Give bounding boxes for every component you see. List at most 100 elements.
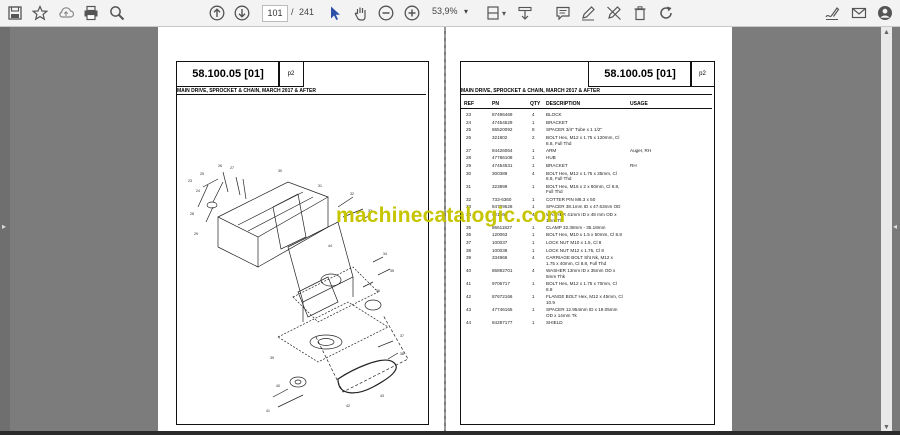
table-cell-ref: 38 <box>466 247 472 253</box>
table-cell-pn: 86892701 <box>492 268 513 274</box>
vertical-scrollbar[interactable]: ▲ ▼ <box>881 27 892 435</box>
eraser-icon[interactable] <box>605 4 623 22</box>
upload-cloud-icon[interactable] <box>57 4 75 22</box>
svg-text:38: 38 <box>400 352 404 356</box>
page-down-icon[interactable] <box>233 4 251 22</box>
svg-text:41: 41 <box>266 409 270 413</box>
table-cell-usage: RH <box>630 163 637 168</box>
table-cell-desc-cont: 8.8, Full Thd <box>546 176 572 182</box>
table-cell-desc: SPACER 3/4" Tube x 1 1/2" <box>546 127 603 133</box>
table-cell-qty: 4 <box>532 268 535 274</box>
table-cell-pn: 47454531 <box>492 163 513 168</box>
table-cell-qty: 2 <box>532 134 535 140</box>
zoom-in-icon[interactable] <box>403 4 421 22</box>
svg-text:29: 29 <box>194 232 198 236</box>
zoom-out-icon[interactable] <box>377 4 395 22</box>
hand-pan-icon[interactable] <box>352 4 370 22</box>
svg-text:35: 35 <box>390 269 394 273</box>
svg-text:40: 40 <box>276 384 280 388</box>
bookmark-star-icon[interactable] <box>31 4 49 22</box>
table-cell-qty: 1 <box>532 232 535 238</box>
exploded-parts-diagram: 232425 26 2728 293031 323334 353637 38394… <box>188 164 409 413</box>
table-cell-ref: 42 <box>466 294 472 300</box>
table-cell-ref: 41 <box>466 281 472 287</box>
table-cell-qty: 1 <box>532 155 535 161</box>
read-mode-icon[interactable] <box>516 4 534 22</box>
col-header-qty: QTY <box>530 101 541 107</box>
table-cell-pn: 100037 <box>492 240 508 245</box>
toolbar: 101 / 241 53,9% ▾ ▾ <box>0 0 900 27</box>
table-cell-desc: SPACER 12.954mm ID x 19.05mm <box>546 307 618 313</box>
rotate-icon[interactable] <box>657 4 675 22</box>
svg-text:37: 37 <box>400 334 404 338</box>
zoom-search-icon[interactable] <box>108 4 126 22</box>
section-subheading: MAIN DRIVE, SPROCKET & CHAIN, MARCH 2017… <box>461 88 712 95</box>
table-cell-ref: 24 <box>466 119 472 125</box>
table-cell-desc: CARRIAGE BOLT Sht Nk, M12 x <box>546 255 613 261</box>
table-cell-desc: FLANGE BOLT Hex, M12 x 45mm, Cl <box>546 294 623 300</box>
table-cell-desc: BOLT Hex, M16 x 2 x 60mm, Cl 8.8, <box>546 183 620 189</box>
page-count: 241 <box>299 7 315 17</box>
svg-text:42: 42 <box>346 404 350 408</box>
scroll-down-icon[interactable]: ▼ <box>881 424 892 431</box>
table-cell-qty: 8 <box>532 127 535 133</box>
page-number-input[interactable]: 101 <box>262 5 288 22</box>
table-cell-ref: 27 <box>466 147 472 153</box>
table-cell-ref: 23 <box>466 112 472 117</box>
zoom-level[interactable]: 53,9% <box>432 6 458 16</box>
print-icon[interactable] <box>82 4 100 22</box>
mail-icon[interactable] <box>850 4 868 22</box>
table-cell-qty: 4 <box>532 170 535 176</box>
page-left: 58.100.05 [01] p2 MAIN DRIVE, SPROCKET &… <box>158 27 444 435</box>
page-title: 58.100.05 [01] <box>176 61 280 87</box>
save-icon[interactable] <box>6 4 24 22</box>
table-cell-pn: 733-6360 <box>492 196 512 202</box>
svg-text:36: 36 <box>376 289 380 293</box>
pen-icon[interactable] <box>579 4 597 22</box>
account-icon[interactable] <box>876 4 894 22</box>
table-cell-qty: 1 <box>532 147 535 153</box>
section-subheading: MAIN DRIVE, SPROCKET & CHAIN, MARCH 2017… <box>177 88 426 95</box>
table-cell-desc: BOLT Hex, M12 x 1.75 x 35mm, Cl <box>546 170 617 176</box>
table-cell-desc: LOCK NUT M10 x 1.5, Cl 8 <box>546 240 602 245</box>
fit-dropdown-icon[interactable]: ▾ <box>500 4 508 22</box>
table-cell-ref: 28 <box>466 155 472 161</box>
left-panel-toggle-icon[interactable]: ▸ <box>2 222 6 231</box>
table-cell-qty: 1 <box>532 196 535 202</box>
page-number-label: p2 <box>690 61 715 87</box>
svg-text:34: 34 <box>383 252 387 256</box>
page-up-icon[interactable] <box>208 4 226 22</box>
table-cell-pn: 84426064 <box>492 147 513 153</box>
table-cell-qty: 1 <box>532 183 535 189</box>
table-cell-desc: WASHER 13mm ID x 35mm OD x <box>546 268 616 274</box>
sign-icon[interactable] <box>823 4 841 22</box>
table-cell-pn: 120063 <box>492 232 508 238</box>
table-cell-qty: 1 <box>532 240 535 245</box>
cursor-select-icon[interactable] <box>326 4 344 22</box>
svg-text:23: 23 <box>188 179 192 183</box>
comment-icon[interactable] <box>554 4 572 22</box>
right-panel-toggle-icon[interactable]: ◂ <box>893 222 897 231</box>
page-right: 58.100.05 [01] p2 MAIN DRIVE, SPROCKET &… <box>446 27 732 435</box>
svg-text:26: 26 <box>218 164 222 168</box>
table-cell-pn: 323899 <box>492 183 508 189</box>
svg-text:43: 43 <box>380 394 384 398</box>
table-cell-qty: 1 <box>532 119 535 125</box>
table-cell-desc-cont: 10.9 <box>546 300 555 305</box>
table-cell-desc: BOLT Hex, M10 x 1.5 x 50mm, Cl 8.8 <box>546 232 622 238</box>
table-cell-pn: 86520092 <box>492 127 513 133</box>
table-cell-pn: 47454529 <box>492 119 513 125</box>
table-cell-desc-cont: OD x 14mm Tk <box>546 313 577 318</box>
svg-text:44: 44 <box>328 244 332 248</box>
svg-text:27: 27 <box>230 166 234 170</box>
table-cell-desc-cont: 8.8 <box>546 287 553 292</box>
zoom-dropdown-icon[interactable]: ▾ <box>464 7 468 16</box>
table-cell-ref: 43 <box>466 307 472 313</box>
svg-text:30: 30 <box>278 169 282 173</box>
svg-text:25: 25 <box>200 172 204 176</box>
delete-icon[interactable] <box>631 4 649 22</box>
table-cell-ref: 44 <box>466 320 472 326</box>
table-cell-pn: 321802 <box>492 134 508 140</box>
table-cell-desc-cont: Full Thd <box>546 189 563 195</box>
scroll-up-icon[interactable]: ▲ <box>881 29 892 36</box>
